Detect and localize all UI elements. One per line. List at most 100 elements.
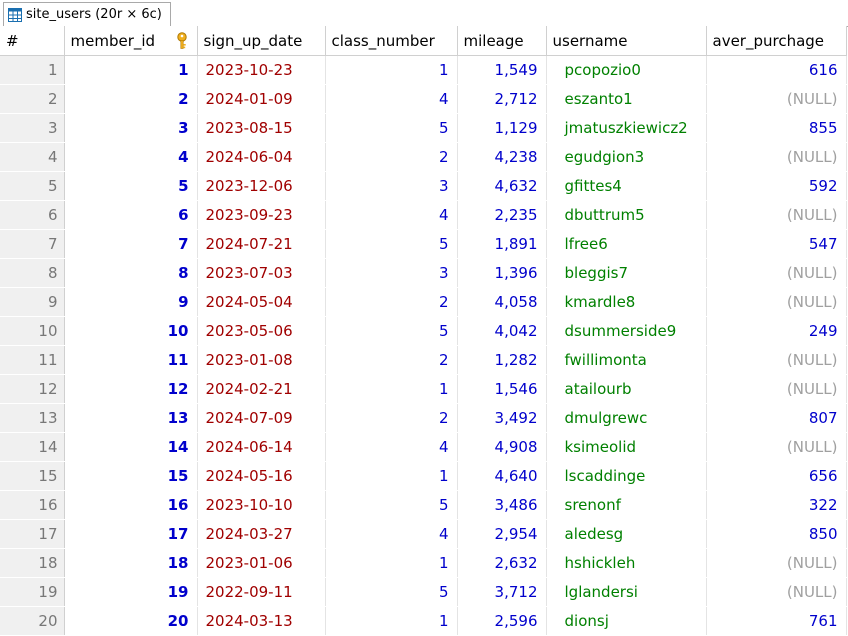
class-number-cell[interactable]: 2 <box>325 287 458 317</box>
table-row[interactable]: 13 13 2024-07-09 2 3,492 dmulgrewc 807 <box>0 403 847 433</box>
col-header-aver-purchage[interactable]: aver_purchage <box>706 26 847 56</box>
member-id-cell[interactable]: 20 <box>64 606 198 636</box>
row-number[interactable]: 9 <box>0 287 65 317</box>
row-number[interactable]: 4 <box>0 142 65 172</box>
class-number-cell[interactable]: 1 <box>325 606 458 636</box>
row-number[interactable]: 6 <box>0 200 65 230</box>
aver-purchage-cell[interactable]: (NULL) <box>706 258 847 288</box>
mileage-cell[interactable]: 3,486 <box>457 490 547 520</box>
table-row[interactable]: 6 6 2023-09-23 4 2,235 dbuttrum5 (NULL) <box>0 200 847 230</box>
col-header-member-id[interactable]: member_id <box>64 26 198 56</box>
sign-up-date-cell[interactable]: 2023-08-15 <box>197 113 326 143</box>
member-id-cell[interactable]: 16 <box>64 490 198 520</box>
table-row[interactable]: 20 20 2024-03-13 1 2,596 dionsj 761 <box>0 606 847 636</box>
aver-purchage-cell[interactable]: (NULL) <box>706 345 847 375</box>
member-id-cell[interactable]: 13 <box>64 403 198 433</box>
mileage-cell[interactable]: 4,058 <box>457 287 547 317</box>
mileage-cell[interactable]: 4,908 <box>457 432 547 462</box>
table-row[interactable]: 10 10 2023-05-06 5 4,042 dsummerside9 249 <box>0 316 847 346</box>
row-number[interactable]: 2 <box>0 84 65 114</box>
row-number[interactable]: 15 <box>0 461 65 491</box>
member-id-cell[interactable]: 10 <box>64 316 198 346</box>
member-id-cell[interactable]: 12 <box>64 374 198 404</box>
class-number-cell[interactable]: 2 <box>325 403 458 433</box>
sign-up-date-cell[interactable]: 2022-09-11 <box>197 577 326 607</box>
class-number-cell[interactable]: 2 <box>325 345 458 375</box>
sign-up-date-cell[interactable]: 2024-02-21 <box>197 374 326 404</box>
sign-up-date-cell[interactable]: 2024-05-16 <box>197 461 326 491</box>
mileage-cell[interactable]: 1,396 <box>457 258 547 288</box>
sign-up-date-cell[interactable]: 2024-06-04 <box>197 142 326 172</box>
username-cell[interactable]: lscaddinge <box>546 461 707 491</box>
row-number[interactable]: 8 <box>0 258 65 288</box>
sign-up-date-cell[interactable]: 2024-07-09 <box>197 403 326 433</box>
row-number[interactable]: 13 <box>0 403 65 433</box>
sign-up-date-cell[interactable]: 2023-01-08 <box>197 345 326 375</box>
sign-up-date-cell[interactable]: 2023-09-23 <box>197 200 326 230</box>
row-number[interactable]: 20 <box>0 606 65 636</box>
username-cell[interactable]: dbuttrum5 <box>546 200 707 230</box>
username-cell[interactable]: atailourb <box>546 374 707 404</box>
aver-purchage-cell[interactable]: 249 <box>706 316 847 346</box>
sign-up-date-cell[interactable]: 2024-07-21 <box>197 229 326 259</box>
table-row[interactable]: 18 18 2023-01-06 1 2,632 hshickleh (NULL) <box>0 548 847 578</box>
member-id-cell[interactable]: 8 <box>64 258 198 288</box>
member-id-cell[interactable]: 6 <box>64 200 198 230</box>
class-number-cell[interactable]: 3 <box>325 171 458 201</box>
sign-up-date-cell[interactable]: 2024-01-09 <box>197 84 326 114</box>
sign-up-date-cell[interactable]: 2024-05-04 <box>197 287 326 317</box>
class-number-cell[interactable]: 1 <box>325 55 458 85</box>
member-id-cell[interactable]: 19 <box>64 577 198 607</box>
username-cell[interactable]: ksimeolid <box>546 432 707 462</box>
row-number[interactable]: 18 <box>0 548 65 578</box>
table-row[interactable]: 12 12 2024-02-21 1 1,546 atailourb (NULL) <box>0 374 847 404</box>
class-number-cell[interactable]: 4 <box>325 432 458 462</box>
table-row[interactable]: 14 14 2024-06-14 4 4,908 ksimeolid (NULL) <box>0 432 847 462</box>
member-id-cell[interactable]: 17 <box>64 519 198 549</box>
username-cell[interactable]: dmulgrewc <box>546 403 707 433</box>
username-cell[interactable]: fwillimonta <box>546 345 707 375</box>
col-header-username[interactable]: username <box>546 26 707 56</box>
member-id-cell[interactable]: 1 <box>64 55 198 85</box>
mileage-cell[interactable]: 4,042 <box>457 316 547 346</box>
table-row[interactable]: 17 17 2024-03-27 4 2,954 aledesg 850 <box>0 519 847 549</box>
username-cell[interactable]: eszanto1 <box>546 84 707 114</box>
class-number-cell[interactable]: 5 <box>325 113 458 143</box>
aver-purchage-cell[interactable]: 855 <box>706 113 847 143</box>
aver-purchage-cell[interactable]: 807 <box>706 403 847 433</box>
class-number-cell[interactable]: 4 <box>325 84 458 114</box>
table-row[interactable]: 11 11 2023-01-08 2 1,282 fwillimonta (NULL) <box>0 345 847 375</box>
username-cell[interactable]: kmardle8 <box>546 287 707 317</box>
sign-up-date-cell[interactable]: 2024-03-27 <box>197 519 326 549</box>
username-cell[interactable]: hshickleh <box>546 548 707 578</box>
member-id-cell[interactable]: 3 <box>64 113 198 143</box>
table-row[interactable]: 2 2 2024-01-09 4 2,712 eszanto1 (NULL) <box>0 84 847 114</box>
table-row[interactable]: 5 5 2023-12-06 3 4,632 gfittes4 592 <box>0 171 847 201</box>
mileage-cell[interactable]: 2,954 <box>457 519 547 549</box>
mileage-cell[interactable]: 2,596 <box>457 606 547 636</box>
class-number-cell[interactable]: 4 <box>325 519 458 549</box>
class-number-cell[interactable]: 5 <box>325 490 458 520</box>
table-row[interactable]: 19 19 2022-09-11 5 3,712 lglandersi (NULL) <box>0 577 847 607</box>
member-id-cell[interactable]: 4 <box>64 142 198 172</box>
member-id-cell[interactable]: 2 <box>64 84 198 114</box>
aver-purchage-cell[interactable]: 322 <box>706 490 847 520</box>
row-number[interactable]: 3 <box>0 113 65 143</box>
mileage-cell[interactable]: 1,129 <box>457 113 547 143</box>
row-number[interactable]: 7 <box>0 229 65 259</box>
sign-up-date-cell[interactable]: 2023-10-10 <box>197 490 326 520</box>
row-number[interactable]: 10 <box>0 316 65 346</box>
aver-purchage-cell[interactable]: 656 <box>706 461 847 491</box>
aver-purchage-cell[interactable]: (NULL) <box>706 374 847 404</box>
table-row[interactable]: 4 4 2024-06-04 2 4,238 egudgion3 (NULL) <box>0 142 847 172</box>
aver-purchage-cell[interactable]: 592 <box>706 171 847 201</box>
member-id-cell[interactable]: 18 <box>64 548 198 578</box>
class-number-cell[interactable]: 5 <box>325 316 458 346</box>
aver-purchage-cell[interactable]: (NULL) <box>706 142 847 172</box>
aver-purchage-cell[interactable]: 761 <box>706 606 847 636</box>
class-number-cell[interactable]: 5 <box>325 229 458 259</box>
username-cell[interactable]: gfittes4 <box>546 171 707 201</box>
table-row[interactable]: 1 1 2023-10-23 1 1,549 pcopozio0 616 <box>0 55 847 85</box>
col-header-mileage[interactable]: mileage <box>457 26 547 56</box>
aver-purchage-cell[interactable]: 616 <box>706 55 847 85</box>
